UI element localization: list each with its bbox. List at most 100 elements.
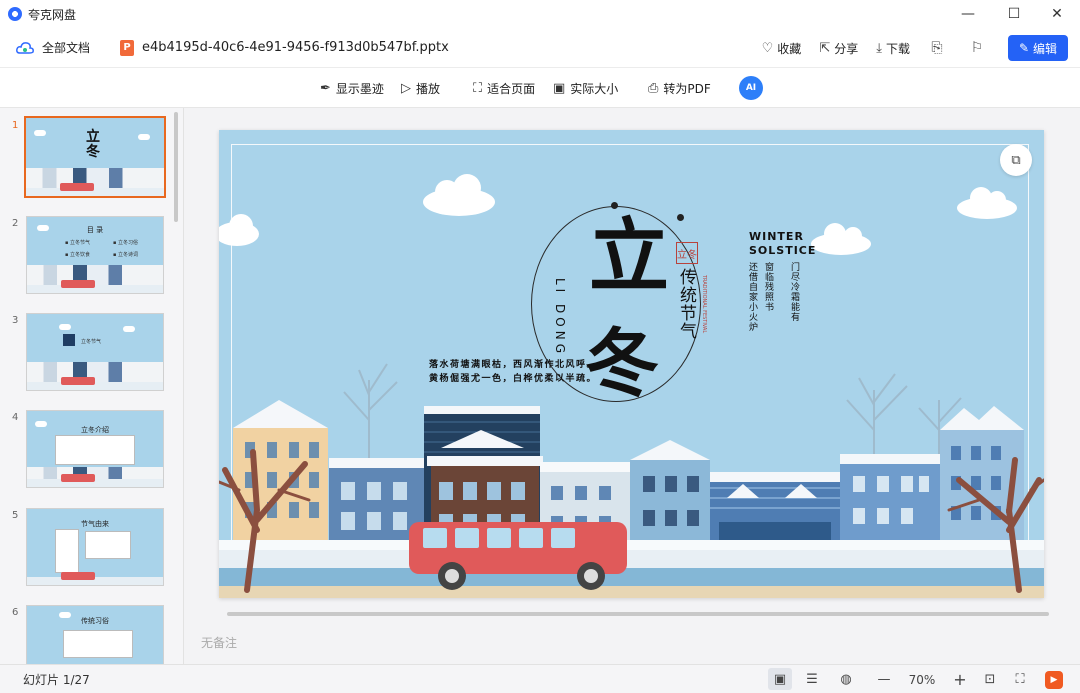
convert-pdf-label: 转为PDF	[663, 81, 711, 96]
horizontal-scrollbar[interactable]	[227, 612, 1049, 616]
download-icon: ⤓	[876, 40, 882, 56]
actual-size-button[interactable]: ▣ 实际大小	[553, 68, 618, 108]
slide-thumbnail-6[interactable]: 传统习俗	[26, 605, 164, 664]
snow-band	[219, 540, 1044, 550]
zoom-level: 70%	[908, 672, 936, 687]
cloud-illustration	[811, 223, 871, 255]
building-tower-mid	[630, 440, 710, 548]
thumb-title-glyph: 立冬	[86, 129, 100, 160]
actual-size-icon: ▣	[553, 80, 566, 96]
feedback-icon[interactable]: ⚐	[968, 39, 986, 57]
building-left	[233, 400, 328, 548]
thumbnail-number: 4	[12, 412, 19, 423]
building-striped	[710, 472, 840, 548]
thumb-text-card	[55, 435, 135, 465]
thumb-image-card	[55, 529, 79, 573]
thumbnail-number: 3	[12, 315, 19, 326]
red-seal: 立冬	[676, 242, 698, 264]
current-slide: 立 冬 立冬 传统节气 TRADITIONAL FESTIVAL LI DONG…	[219, 130, 1044, 598]
pdf-icon: ⎙	[648, 80, 659, 96]
thumbnail-number: 5	[12, 510, 19, 521]
maximize-button[interactable]: ☐	[991, 0, 1037, 28]
share-label: 分享	[834, 41, 859, 56]
winter-solstice-title: WINTER SOLSTICE	[749, 230, 816, 258]
edit-label: 编辑	[1033, 41, 1058, 56]
cloud-illustration	[957, 187, 1017, 219]
thumbnail-number: 6	[12, 607, 19, 618]
zoom-out-icon[interactable]: —	[874, 665, 894, 693]
view-toolbar: ✒ 显示墨迹 ▷ 播放 ⛶ 适合页面 ▣ 实际大小 ⎙ 转为PDF	[0, 68, 1080, 108]
share-button[interactable]: ⇱ 分享	[819, 40, 858, 57]
title-bar: 夸克网盘 — ☐ ✕	[0, 0, 1080, 28]
thumb-heading: 节气由来	[81, 520, 109, 528]
slide-thumbnail-4[interactable]: 立冬介绍	[26, 410, 164, 488]
status-bar: 幻灯片 1/27 ▣ ☰ ◍ — 70% + ⊡ ⛶ ▶	[0, 664, 1080, 693]
minimize-button[interactable]: —	[945, 0, 991, 28]
convert-pdf-button[interactable]: ⎙ 转为PDF	[648, 68, 711, 108]
thumb-text-card	[85, 531, 131, 559]
file-name: e4b4195d-40c6-4e91-9456-f913d0b547bf.ppt…	[142, 40, 449, 55]
thumbnail-number: 2	[12, 218, 19, 229]
play-icon: ▷	[401, 80, 411, 96]
thumbnail-row-6[interactable]: 6 传统习俗	[0, 605, 180, 664]
download-button[interactable]: ⤓ 下载	[876, 40, 910, 57]
poem-block: 落水荷塘满眼枯，西风渐作北风呼。 黄杨倔强尤一色，白桦优柔以半疏。	[429, 358, 597, 386]
favorite-label: 收藏	[777, 41, 802, 56]
pptx-file-icon: P	[120, 39, 135, 56]
export-icon[interactable]: ⎘	[928, 39, 946, 57]
ink-icon: ✒	[320, 80, 331, 96]
slide-thumbnail-3[interactable]: 立冬节气	[26, 313, 164, 391]
solstice-text: SOLSTICE	[749, 244, 817, 257]
heart-icon: ♡	[761, 40, 774, 56]
title-char-li: 立	[589, 209, 669, 303]
slideshow-button[interactable]: ▶	[1044, 665, 1064, 693]
fit-window-icon[interactable]: ⊡	[980, 665, 1000, 693]
ai-assistant-button[interactable]: AI	[739, 76, 763, 100]
cloud-illustration	[219, 214, 259, 246]
app-title: 夸克网盘	[28, 7, 77, 22]
thumbnail-row-1[interactable]: 1 立冬	[0, 116, 180, 200]
download-label: 下载	[885, 41, 910, 56]
vertical-poem-col: 门尽冷霜能有	[789, 262, 799, 322]
thumbnail-row-4[interactable]: 4 立冬介绍	[0, 410, 180, 492]
traditional-festival-en: TRADITIONAL FESTIVAL	[701, 275, 707, 334]
slide-thumbnail-1[interactable]: 立冬	[24, 116, 166, 198]
thumb-text-card	[63, 630, 133, 658]
close-button[interactable]: ✕	[1034, 0, 1080, 28]
thumbnail-number: 1	[12, 120, 19, 131]
thumb-toc-item: ▪ 立冬诗词	[113, 252, 138, 258]
thumbnail-row-2[interactable]: 2 目 录 ▪ 立冬节气 ▪ 立冬习俗 ▪ 立冬饮食 ▪ 立冬诗词	[0, 216, 180, 298]
thumb-heading: 传统习俗	[81, 617, 109, 625]
edit-button[interactable]: ✎ 编辑	[1008, 35, 1068, 61]
fullscreen-icon[interactable]: ⛶	[1010, 665, 1030, 693]
web-view-icon[interactable]: ◍	[836, 665, 856, 693]
actual-size-label: 实际大小	[570, 81, 619, 96]
cloud-icon	[16, 41, 34, 54]
ring-dot	[611, 202, 618, 209]
traditional-festival-text: 传统节气	[676, 268, 696, 340]
thumb-section-title: 立冬节气	[81, 339, 102, 345]
fit-page-button[interactable]: ⛶ 适合页面	[473, 68, 535, 108]
road	[219, 568, 1044, 586]
pencil-icon: ✎	[1018, 41, 1030, 55]
slide-thumbnail-5[interactable]: 节气由来	[26, 508, 164, 586]
file-bar: 全部文档 P e4b4195d-40c6-4e91-9456-f913d0b54…	[0, 28, 1080, 68]
slide-panel-toggle-icon[interactable]: ⧉	[1000, 144, 1032, 176]
all-documents-link[interactable]: 全部文档	[42, 39, 90, 56]
normal-view-icon[interactable]: ▣	[768, 668, 792, 690]
favorite-button[interactable]: ♡ 收藏	[762, 40, 802, 57]
show-ink-button[interactable]: ✒ 显示墨迹	[320, 68, 384, 108]
play-label: 播放	[416, 81, 441, 96]
thumbnail-row-3[interactable]: 3 立冬节气	[0, 313, 180, 395]
thumbnail-row-5[interactable]: 5 节气由来	[0, 508, 180, 590]
slide-thumbnail-2[interactable]: 目 录 ▪ 立冬节气 ▪ 立冬习俗 ▪ 立冬饮食 ▪ 立冬诗词	[26, 216, 164, 294]
play-button[interactable]: ▷ 播放	[401, 68, 440, 108]
thumb-toc-item: ▪ 立冬节气	[65, 240, 90, 246]
cloud-illustration	[423, 174, 495, 216]
notes-view-icon[interactable]: ☰	[802, 665, 822, 693]
thumb-heading: 目 录	[86, 226, 104, 234]
li-dong-text: LI DONG	[553, 278, 567, 357]
building-right	[840, 454, 940, 548]
poem-line-2: 黄杨倔强尤一色，白桦优柔以半疏。	[429, 374, 598, 384]
zoom-in-icon[interactable]: +	[950, 665, 970, 693]
